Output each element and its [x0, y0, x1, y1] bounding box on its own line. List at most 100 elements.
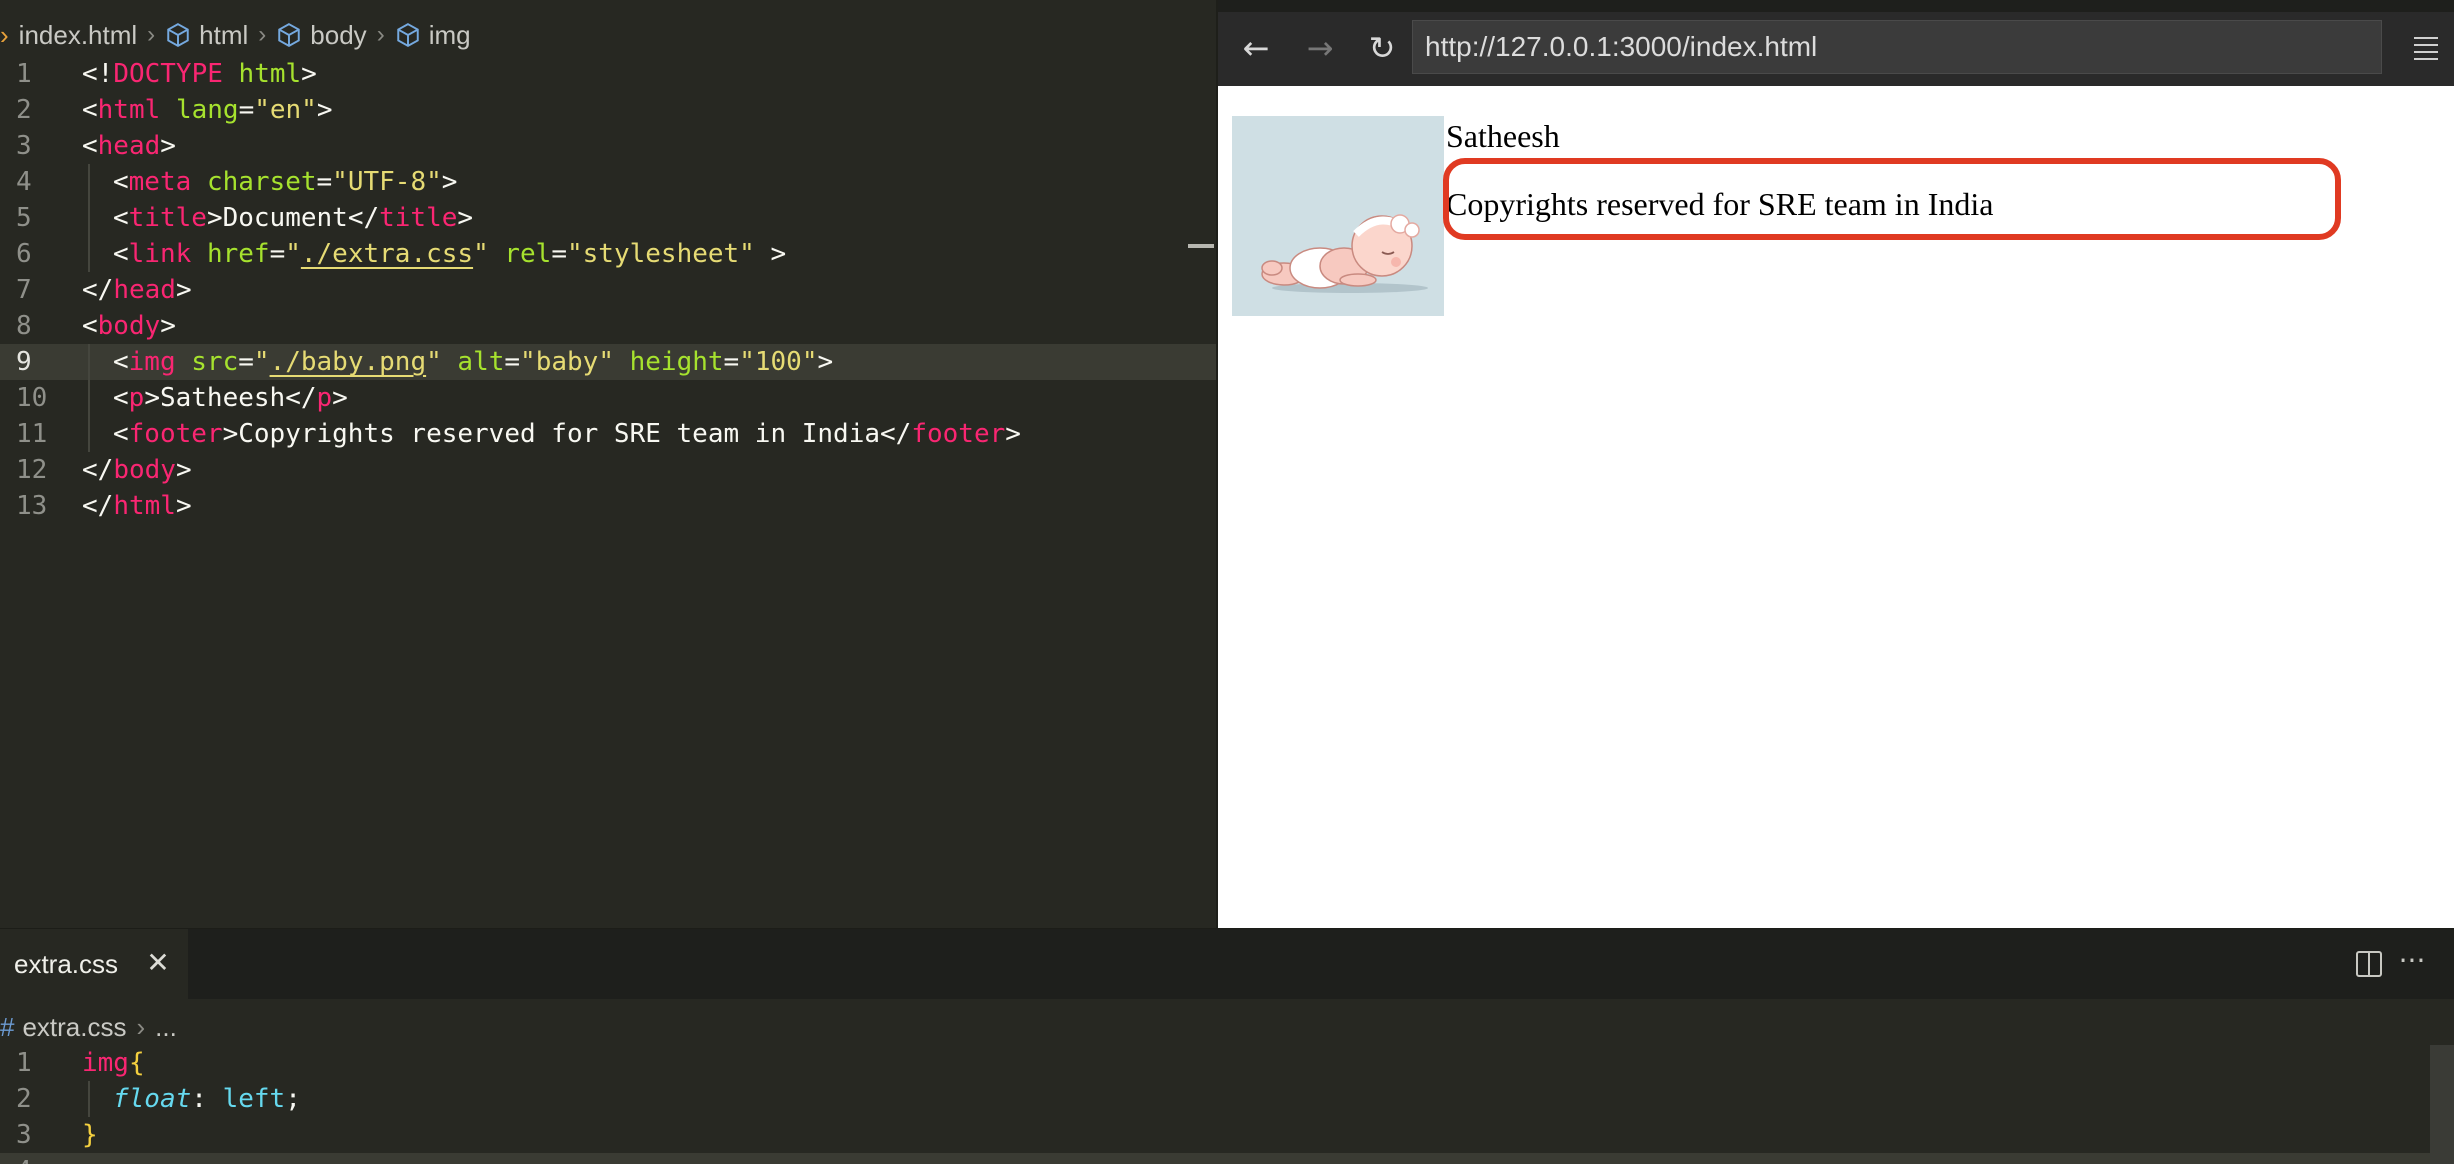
line-number: 5 — [16, 203, 32, 233]
breadcrumb-label: index.html — [18, 19, 138, 50]
code-token: > — [175, 491, 192, 521]
code-token: >Copyrights reserved for SRE team in Ind… — [222, 419, 912, 449]
code-line[interactable]: 4 — [0, 1153, 2454, 1164]
breadcrumb-item-img[interactable]: img — [395, 20, 471, 51]
code-line[interactable]: 11 <footer>Copyrights reserved for SRE te… — [0, 416, 1216, 452]
split-editor-icon[interactable] — [2356, 951, 2382, 977]
code-token: = — [551, 239, 567, 269]
code-token: body — [97, 311, 161, 341]
code-token: "baby" — [520, 347, 614, 377]
code-token: title — [128, 203, 207, 233]
code-token: p — [128, 383, 145, 413]
code-line[interactable]: 8 <body> — [0, 308, 1216, 344]
code-token: p — [316, 383, 333, 413]
code-text: </head> — [82, 272, 192, 308]
reload-button[interactable]: ↻ — [1360, 26, 1404, 70]
code-token: "stylesheet" — [567, 239, 755, 269]
browser-preview: ← → ↻ http://127.0.0.1:3000/index.html S… — [1216, 0, 2454, 928]
forward-button[interactable]: → — [1298, 26, 1342, 70]
menu-button[interactable] — [2404, 26, 2448, 70]
code-line[interactable]: 6 <link href="./extra.css" rel="styleshee… — [0, 236, 1216, 272]
code-text: <p>Satheesh</p> — [82, 380, 348, 416]
sleeping-baby-illustration — [1232, 116, 1444, 316]
chevron-right-icon: › — [136, 1011, 146, 1042]
line-number: 3 — [16, 131, 32, 161]
code-text: <html lang="en"> — [82, 92, 333, 128]
cube-icon — [396, 23, 419, 47]
line-number: 8 — [16, 311, 32, 341]
breadcrumb-item-more[interactable]: ... — [155, 1012, 177, 1043]
breadcrumb: # extra.css › ... — [0, 1005, 177, 1049]
code-token: = — [238, 347, 254, 377]
line-number: 13 — [16, 491, 48, 521]
code-token: alt — [457, 347, 505, 377]
code-line[interactable]: 3} — [0, 1117, 2454, 1153]
code-token: " — [473, 239, 489, 269]
code-token: < — [82, 131, 98, 161]
code-line[interactable]: 13 </html> — [0, 488, 1216, 524]
tab-bar: extra.css ✕ ··· — [0, 929, 2454, 999]
code-token: href — [206, 239, 270, 269]
breadcrumb-item-file[interactable]: extra.css — [22, 1012, 126, 1043]
code-text: <head> — [82, 128, 176, 164]
editor-index-html[interactable]: › index.html › html › body › img 1 <!DOCT… — [0, 0, 1216, 928]
code-line[interactable]: 12 </body> — [0, 452, 1216, 488]
code-line[interactable]: 1 <!DOCTYPE html> — [0, 56, 1216, 92]
code-token: > — [817, 347, 834, 377]
code-token: </ — [82, 455, 114, 485]
more-actions-icon[interactable]: ··· — [2394, 945, 2430, 981]
code-token: > — [457, 203, 474, 233]
code-token: < — [113, 203, 129, 233]
code-token: ./extra.css — [300, 239, 474, 269]
code-token: < — [113, 239, 129, 269]
code-line[interactable]: 2 <html lang="en"> — [0, 92, 1216, 128]
code-line[interactable]: 5 <title>Document</title> — [0, 200, 1216, 236]
browser-toolbar: ← → ↻ http://127.0.0.1:3000/index.html — [1218, 12, 2454, 86]
cube-icon — [167, 23, 189, 47]
code-line[interactable]: 10 <p>Satheesh</p> — [0, 380, 1216, 416]
breadcrumb-item-file[interactable]: index.html — [19, 20, 138, 51]
editor-extra-css[interactable]: extra.css ✕ ··· # extra.css › ... 1 img{2… — [0, 928, 2454, 1164]
code-token: > — [332, 383, 348, 413]
code-line[interactable]: 7 </head> — [0, 272, 1216, 308]
address-bar[interactable]: http://127.0.0.1:3000/index.html — [1412, 20, 2382, 74]
code-token: " — [426, 347, 442, 377]
tab-extra-css[interactable]: extra.css ✕ — [0, 929, 188, 999]
code-token: ; — [285, 1084, 301, 1114]
chevron-right-icon: › — [0, 19, 9, 50]
code-token: charset — [206, 167, 317, 197]
code-line[interactable]: 3 <head> — [0, 128, 1216, 164]
line-number: 6 — [16, 239, 32, 269]
vertical-scrollbar[interactable] — [2430, 1045, 2454, 1164]
code-line[interactable]: 1 img{ — [0, 1045, 2454, 1081]
code-token: = — [316, 167, 333, 197]
arrow-right-icon: → — [1306, 29, 1334, 67]
code-token: </ — [82, 275, 114, 305]
code-area[interactable]: 1img{2float: left;3}4 — [0, 1045, 2454, 1164]
breadcrumb-item-body[interactable]: body — [276, 20, 367, 51]
back-button[interactable]: ← — [1234, 26, 1278, 70]
code-text: <!DOCTYPE html> — [82, 56, 317, 92]
code-token: lang — [175, 95, 239, 125]
code-line[interactable]: 4 <meta charset="UTF-8"> — [0, 164, 1216, 200]
close-icon[interactable]: ✕ — [144, 949, 172, 977]
code-token: > — [316, 95, 333, 125]
code-token: = — [723, 347, 740, 377]
code-area[interactable]: 1 <!DOCTYPE html> 2 <html lang="en"> 3 <head>… — [0, 56, 1216, 524]
breadcrumb-item-html[interactable]: html — [165, 20, 248, 51]
code-line[interactable]: 2 float: left; — [0, 1081, 2454, 1117]
code-text: <meta charset="UTF-8"> — [82, 164, 457, 200]
code-token: : — [191, 1084, 223, 1114]
code-text: <link href="./extra.css" rel="stylesheet… — [82, 236, 786, 272]
chevron-right-icon: › — [376, 21, 385, 48]
code-line[interactable]: 9 <img src="./baby.png" alt="baby" height… — [0, 344, 1216, 380]
code-token: html — [113, 491, 176, 521]
code-token: > — [160, 131, 176, 161]
code-token: >Document</ — [206, 203, 380, 233]
code-token: <! — [82, 59, 114, 89]
code-token: < — [113, 167, 129, 197]
